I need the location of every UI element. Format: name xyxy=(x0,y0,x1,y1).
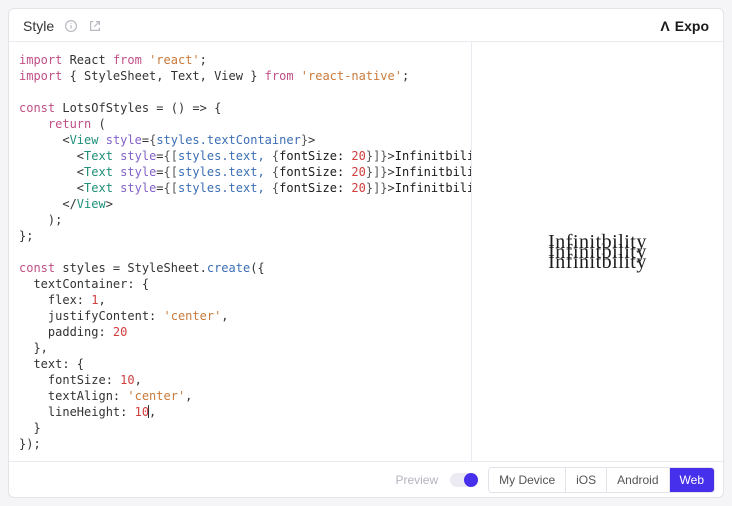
external-link-icon[interactable] xyxy=(88,19,102,33)
snack-card: Style Λ Expo import React from 'react'; … xyxy=(8,8,724,498)
tab-android[interactable]: Android xyxy=(607,468,669,492)
preview-output: Infinitbility Infinitbility Infinitbilit… xyxy=(548,237,647,267)
info-icon[interactable] xyxy=(64,19,78,33)
preview-line-3: Infinitbility xyxy=(548,257,647,267)
tab-my-device[interactable]: My Device xyxy=(489,468,566,492)
header-left: Style xyxy=(23,18,102,34)
footer: Preview My Device iOS Android Web xyxy=(9,461,723,497)
preview-toggle-label: Preview xyxy=(395,473,438,487)
expo-brand[interactable]: Λ Expo xyxy=(660,18,709,34)
expo-label: Expo xyxy=(675,18,709,34)
toggle-knob xyxy=(464,473,478,487)
main: import React from 'react'; import { Styl… xyxy=(9,41,723,461)
code-editor[interactable]: import React from 'react'; import { Styl… xyxy=(9,42,471,461)
tab-ios[interactable]: iOS xyxy=(566,468,607,492)
tab-web[interactable]: Web xyxy=(670,468,714,492)
header: Style Λ Expo xyxy=(9,9,723,41)
title: Style xyxy=(23,18,54,34)
expo-logo-icon: Λ xyxy=(660,18,669,34)
preview-toggle[interactable] xyxy=(450,473,478,487)
platform-tabs: My Device iOS Android Web xyxy=(488,467,715,493)
preview-pane: Infinitbility Infinitbility Infinitbilit… xyxy=(471,42,723,461)
